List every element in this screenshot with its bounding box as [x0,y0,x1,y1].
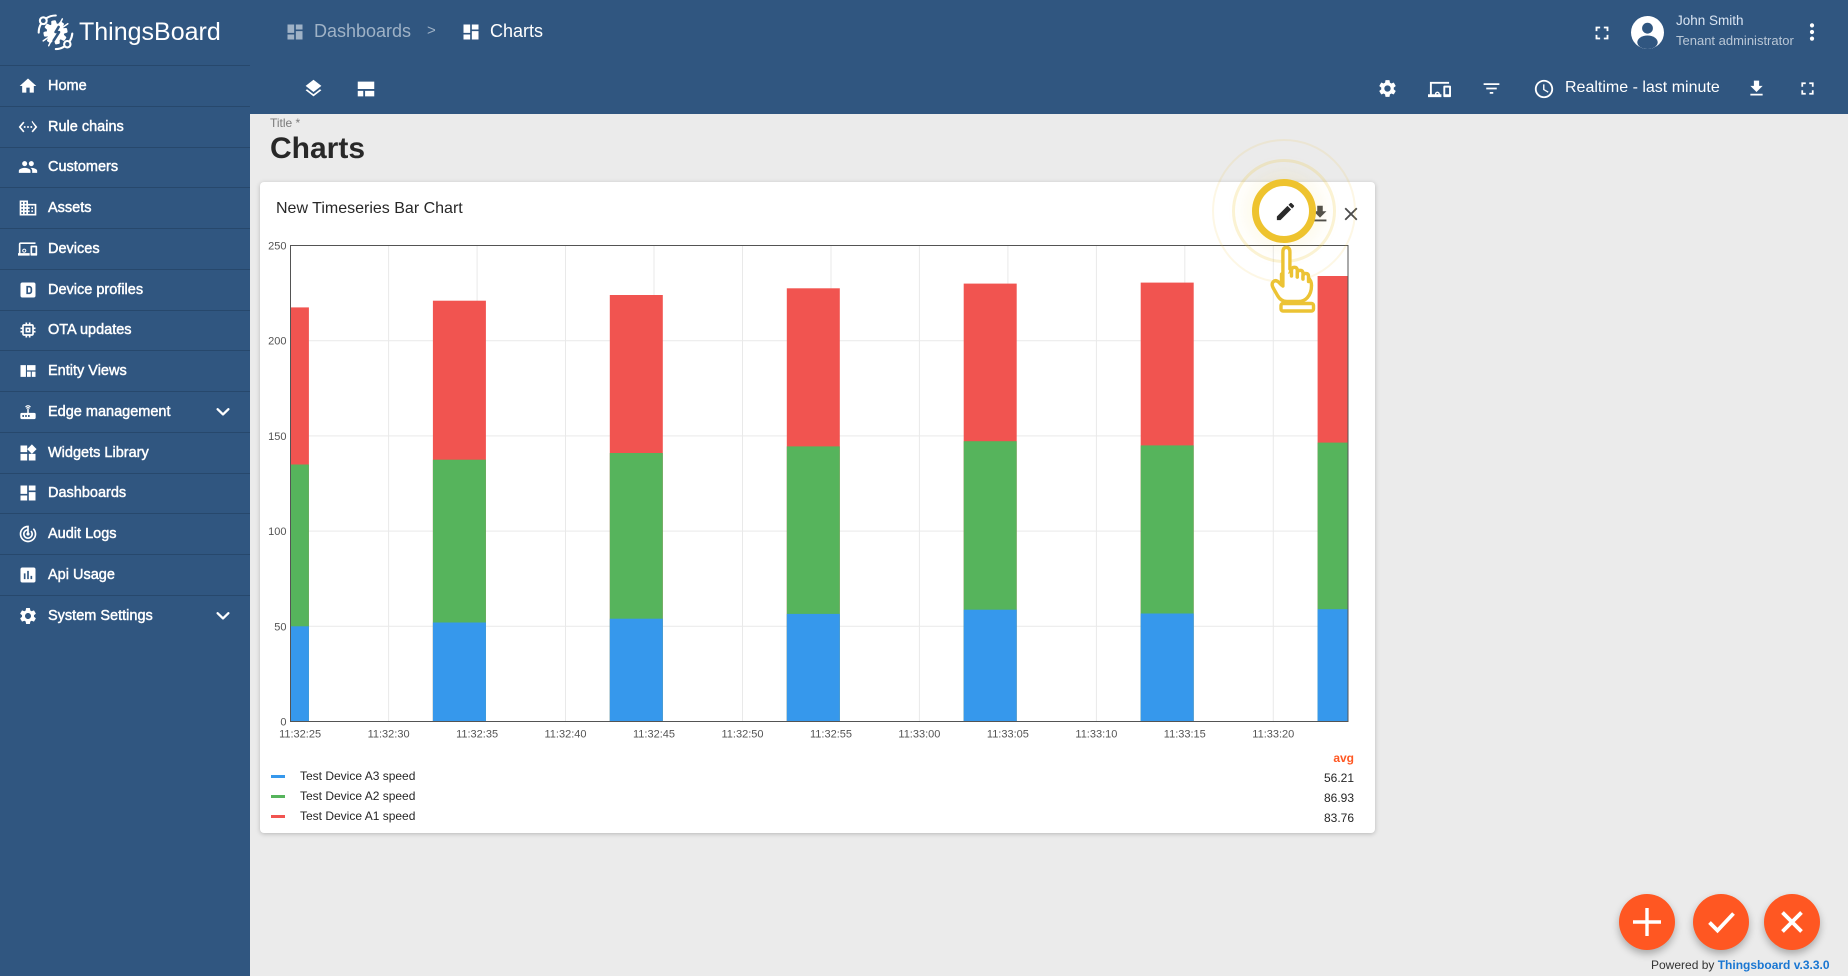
svg-text:50: 50 [274,621,286,633]
svg-text:0: 0 [280,717,286,729]
svg-text:11:32:45: 11:32:45 [633,729,675,741]
svg-text:11:32:30: 11:32:30 [368,729,410,741]
svg-text:200: 200 [268,336,286,348]
svg-text:100: 100 [268,526,286,538]
svg-text:11:32:40: 11:32:40 [544,729,586,741]
svg-text:11:33:20: 11:33:20 [1252,729,1294,741]
svg-text:11:33:05: 11:33:05 [987,729,1029,741]
svg-text:11:33:10: 11:33:10 [1075,729,1117,741]
svg-text:11:32:25: 11:32:25 [279,729,321,741]
svg-text:11:32:50: 11:32:50 [721,729,763,741]
svg-text:11:32:55: 11:32:55 [810,729,852,741]
svg-text:11:33:15: 11:33:15 [1164,729,1206,741]
svg-text:250: 250 [268,241,286,253]
svg-text:11:33:00: 11:33:00 [898,729,940,741]
svg-text:11:32:35: 11:32:35 [456,729,498,741]
svg-text:150: 150 [268,431,286,443]
